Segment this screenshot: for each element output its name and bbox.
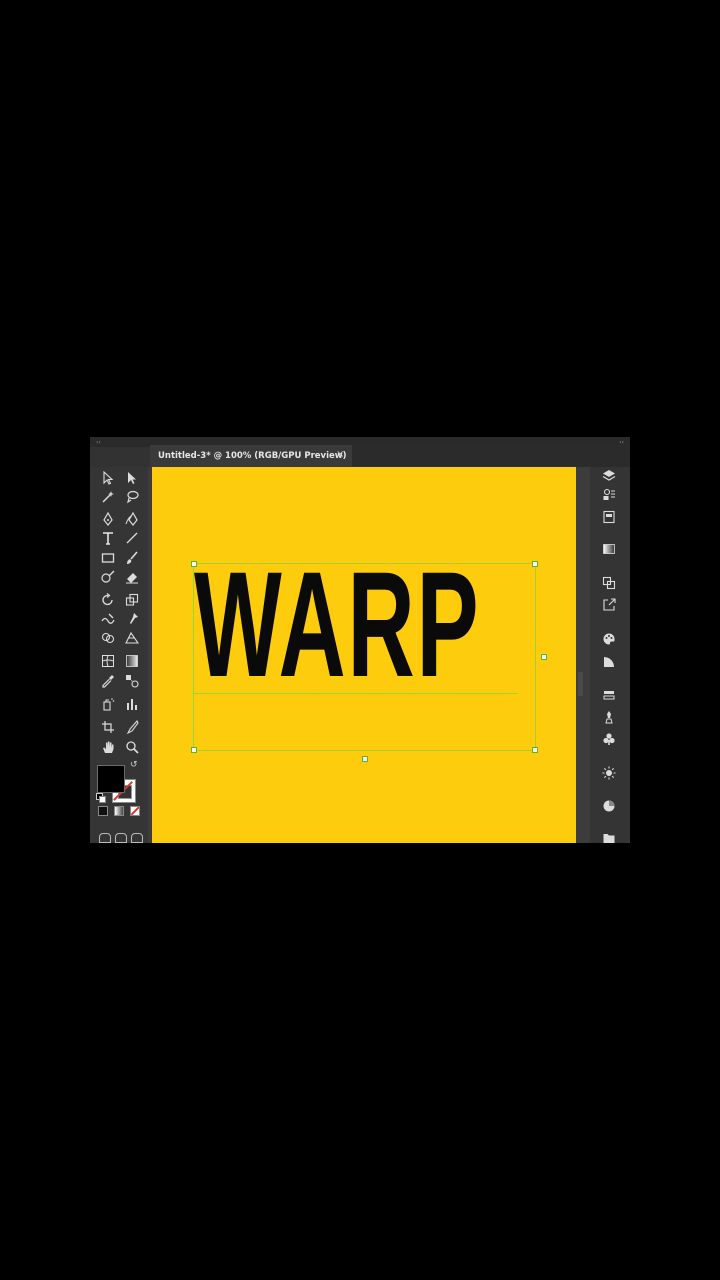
blend-tool-icon[interactable] xyxy=(123,672,141,690)
selection-handle-bottom-right[interactable] xyxy=(532,747,538,753)
selection-handle-middle-right[interactable] xyxy=(541,654,547,660)
symbol-sprayer-tool-icon[interactable] xyxy=(99,695,117,713)
default-colors-icon[interactable] xyxy=(96,793,106,803)
selection-tool-icon[interactable] xyxy=(99,469,117,487)
eyedropper-tool-icon[interactable] xyxy=(99,672,117,690)
tools-panel: ↺ xyxy=(90,467,148,843)
selection-bounding-box xyxy=(193,563,536,751)
eraser-tool-icon[interactable] xyxy=(123,568,141,586)
layers-icon[interactable] xyxy=(600,467,618,485)
export-icon[interactable] xyxy=(600,596,618,614)
artboard-tool-icon[interactable] xyxy=(99,718,117,736)
selection-handle-top-left[interactable] xyxy=(191,561,197,567)
mesh-tool-icon[interactable] xyxy=(99,652,117,670)
gradient-panel-icon[interactable] xyxy=(600,540,618,558)
hand-tool-icon[interactable] xyxy=(99,738,117,756)
magic-wand-tool-icon[interactable] xyxy=(99,488,117,506)
transparency-icon[interactable] xyxy=(600,653,618,671)
gradient-tool-icon[interactable] xyxy=(123,652,141,670)
align-icon[interactable] xyxy=(600,686,618,704)
artboards-panel-icon[interactable] xyxy=(600,574,618,592)
symbols-icon[interactable] xyxy=(600,730,618,748)
folder-icon[interactable] xyxy=(600,829,618,843)
document-tab[interactable]: Untitled-3* @ 100% (RGB/GPU Preview) × xyxy=(150,445,352,467)
illustrator-window: ‹‹ ‹‹ Untitled-3* @ 100% (RGB/GPU Previe… xyxy=(90,437,630,843)
fill-stroke-widget: ↺ xyxy=(96,761,146,816)
document-tab-title[interactable]: Untitled-3* @ 100% (RGB/GPU Preview) xyxy=(158,451,346,461)
selection-handle-bottom-left[interactable] xyxy=(191,747,197,753)
selection-handle-top-right[interactable] xyxy=(532,561,538,567)
shape-builder-tool-icon[interactable] xyxy=(99,629,117,647)
panel-dock xyxy=(590,467,630,843)
draw-inside-icon[interactable] xyxy=(131,833,143,843)
column-graph-tool-icon[interactable] xyxy=(123,695,141,713)
artboard[interactable]: WARP xyxy=(152,467,576,843)
lasso-tool-icon[interactable] xyxy=(123,488,141,506)
color-panel-icon[interactable] xyxy=(600,630,618,648)
line-segment-tool-icon[interactable] xyxy=(123,529,141,547)
zoom-tool-icon[interactable] xyxy=(123,738,141,756)
scale-tool-icon[interactable] xyxy=(123,591,141,609)
pen-tool-icon[interactable] xyxy=(99,510,117,528)
rectangle-tool-icon[interactable] xyxy=(99,549,117,567)
type-tool-icon[interactable] xyxy=(99,529,117,547)
color-guide-icon[interactable] xyxy=(600,797,618,815)
paintbrush-tool-icon[interactable] xyxy=(123,549,141,567)
color-mode-button[interactable] xyxy=(98,806,108,816)
draw-normal-icon[interactable] xyxy=(99,833,111,843)
draw-behind-icon[interactable] xyxy=(115,833,127,843)
slice-tool-icon[interactable] xyxy=(123,718,141,736)
rotate-tool-icon[interactable] xyxy=(99,591,117,609)
swap-fill-stroke-icon[interactable]: ↺ xyxy=(130,761,138,770)
selection-handle-bottom-center[interactable] xyxy=(362,756,368,762)
collapse-toolbar-icon[interactable]: ‹‹ xyxy=(96,440,101,446)
document-tab-bar: Untitled-3* @ 100% (RGB/GPU Preview) × xyxy=(150,445,630,467)
perspective-grid-tool-icon[interactable] xyxy=(123,629,141,647)
direct-selection-tool-icon[interactable] xyxy=(123,469,141,487)
puppet-warp-tool-icon[interactable] xyxy=(123,610,141,628)
canvas-scrollbar[interactable] xyxy=(578,672,583,696)
warp-tool-icon[interactable] xyxy=(99,610,117,628)
curvature-tool-icon[interactable] xyxy=(123,510,141,528)
fill-swatch[interactable] xyxy=(97,765,125,793)
brushes-icon[interactable] xyxy=(600,708,618,726)
gradient-mode-button[interactable] xyxy=(114,806,124,816)
text-baseline-guide xyxy=(193,693,518,694)
none-mode-button[interactable] xyxy=(130,806,140,816)
sun-icon[interactable] xyxy=(600,764,618,782)
shaper-tool-icon[interactable] xyxy=(99,568,117,586)
tab-close-icon[interactable]: × xyxy=(336,449,344,461)
properties-icon[interactable] xyxy=(600,508,618,526)
libraries-icon[interactable] xyxy=(600,486,618,504)
